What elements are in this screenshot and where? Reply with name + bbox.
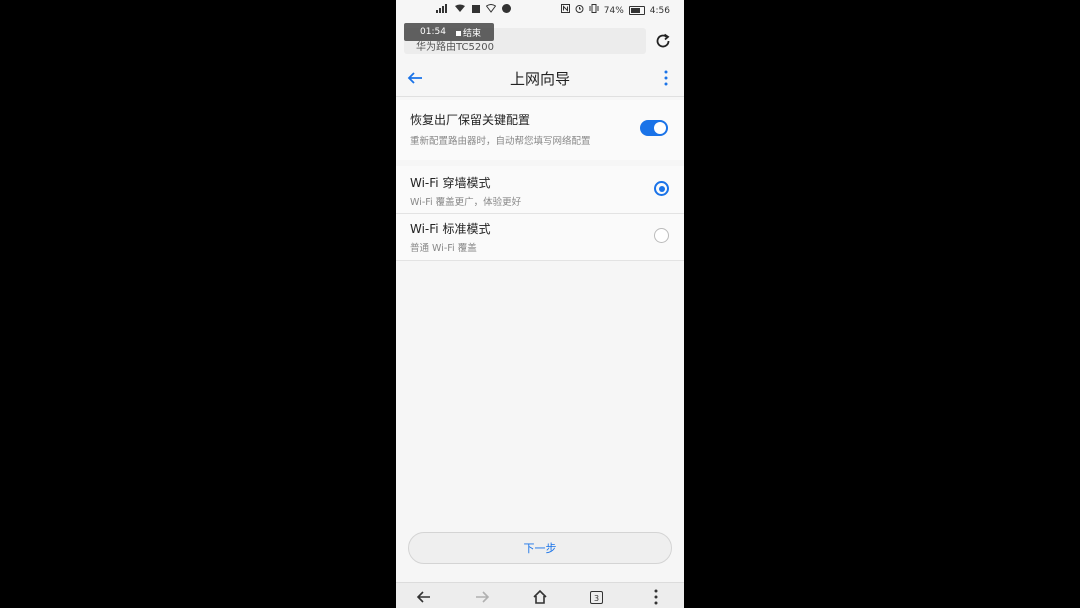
wifi-icon xyxy=(454,4,466,17)
toggle-knob xyxy=(654,122,666,134)
wifi-mode-option-wall[interactable]: Wi-Fi 穿墙模式 Wi-Fi 覆盖更广，体验更好 xyxy=(396,166,684,214)
status-right-icons: 74% 4:56 xyxy=(560,4,670,17)
phone-screen: 74% 4:56 华为路由TC5200 01:54 结束 上网向导 恢复出厂保留… xyxy=(396,0,684,608)
browser-bottom-bar: 3 xyxy=(396,582,684,608)
mode-subtitle: 普通 Wi-Fi 覆盖 xyxy=(410,243,477,254)
mode-title: Wi-Fi 标准模式 xyxy=(410,222,491,236)
restore-config-title: 恢复出厂保留关键配置 xyxy=(410,113,531,127)
restore-config-toggle[interactable] xyxy=(640,120,668,136)
restore-config-subtitle: 重新配置路由器时，自动帮您填写网络配置 xyxy=(410,136,591,147)
screen-recording-overlay[interactable]: 01:54 结束 xyxy=(404,23,494,41)
status-bar: 74% 4:56 xyxy=(396,0,684,22)
status-time: 4:56 xyxy=(649,5,670,16)
more-options-icon[interactable] xyxy=(664,70,668,86)
mode-radio-selected[interactable] xyxy=(654,181,669,196)
browser-back-icon[interactable] xyxy=(415,588,433,606)
wifi-question-icon xyxy=(485,4,497,17)
page-title: 上网向导 xyxy=(509,70,570,88)
tabs-count-button[interactable]: 3 xyxy=(590,591,603,604)
mode-subtitle: Wi-Fi 覆盖更广，体验更好 xyxy=(410,197,522,208)
next-step-button[interactable]: 下一步 xyxy=(408,532,672,564)
vibrate-icon xyxy=(589,4,599,17)
restore-config-row: 恢复出厂保留关键配置 重新配置路由器时，自动帮您填写网络配置 xyxy=(396,100,684,160)
nfc-icon xyxy=(560,4,570,17)
alarm-icon xyxy=(575,4,584,17)
browser-forward-icon[interactable] xyxy=(473,588,491,606)
status-left-icons xyxy=(436,4,511,17)
app-notification-icon xyxy=(502,4,511,17)
battery-icon xyxy=(628,6,645,15)
browser-home-icon[interactable] xyxy=(531,588,549,606)
mode-title: Wi-Fi 穿墙模式 xyxy=(410,176,491,190)
signal-icon xyxy=(436,4,448,17)
mode-radio-unselected[interactable] xyxy=(654,228,669,243)
notification-square-icon xyxy=(472,4,480,17)
recording-elapsed: 01:54 xyxy=(420,27,446,37)
browser-menu-icon[interactable] xyxy=(647,588,665,606)
battery-percent: 74% xyxy=(603,5,624,16)
recording-stop-button[interactable]: 结束 xyxy=(455,26,481,39)
app-header: 上网向导 xyxy=(396,60,684,97)
stop-icon xyxy=(455,30,461,36)
wifi-mode-list: Wi-Fi 穿墙模式 Wi-Fi 覆盖更广，体验更好 Wi-Fi 标准模式 普通… xyxy=(396,166,684,261)
wifi-mode-option-standard[interactable]: Wi-Fi 标准模式 普通 Wi-Fi 覆盖 xyxy=(396,213,684,261)
refresh-icon[interactable] xyxy=(654,32,672,50)
